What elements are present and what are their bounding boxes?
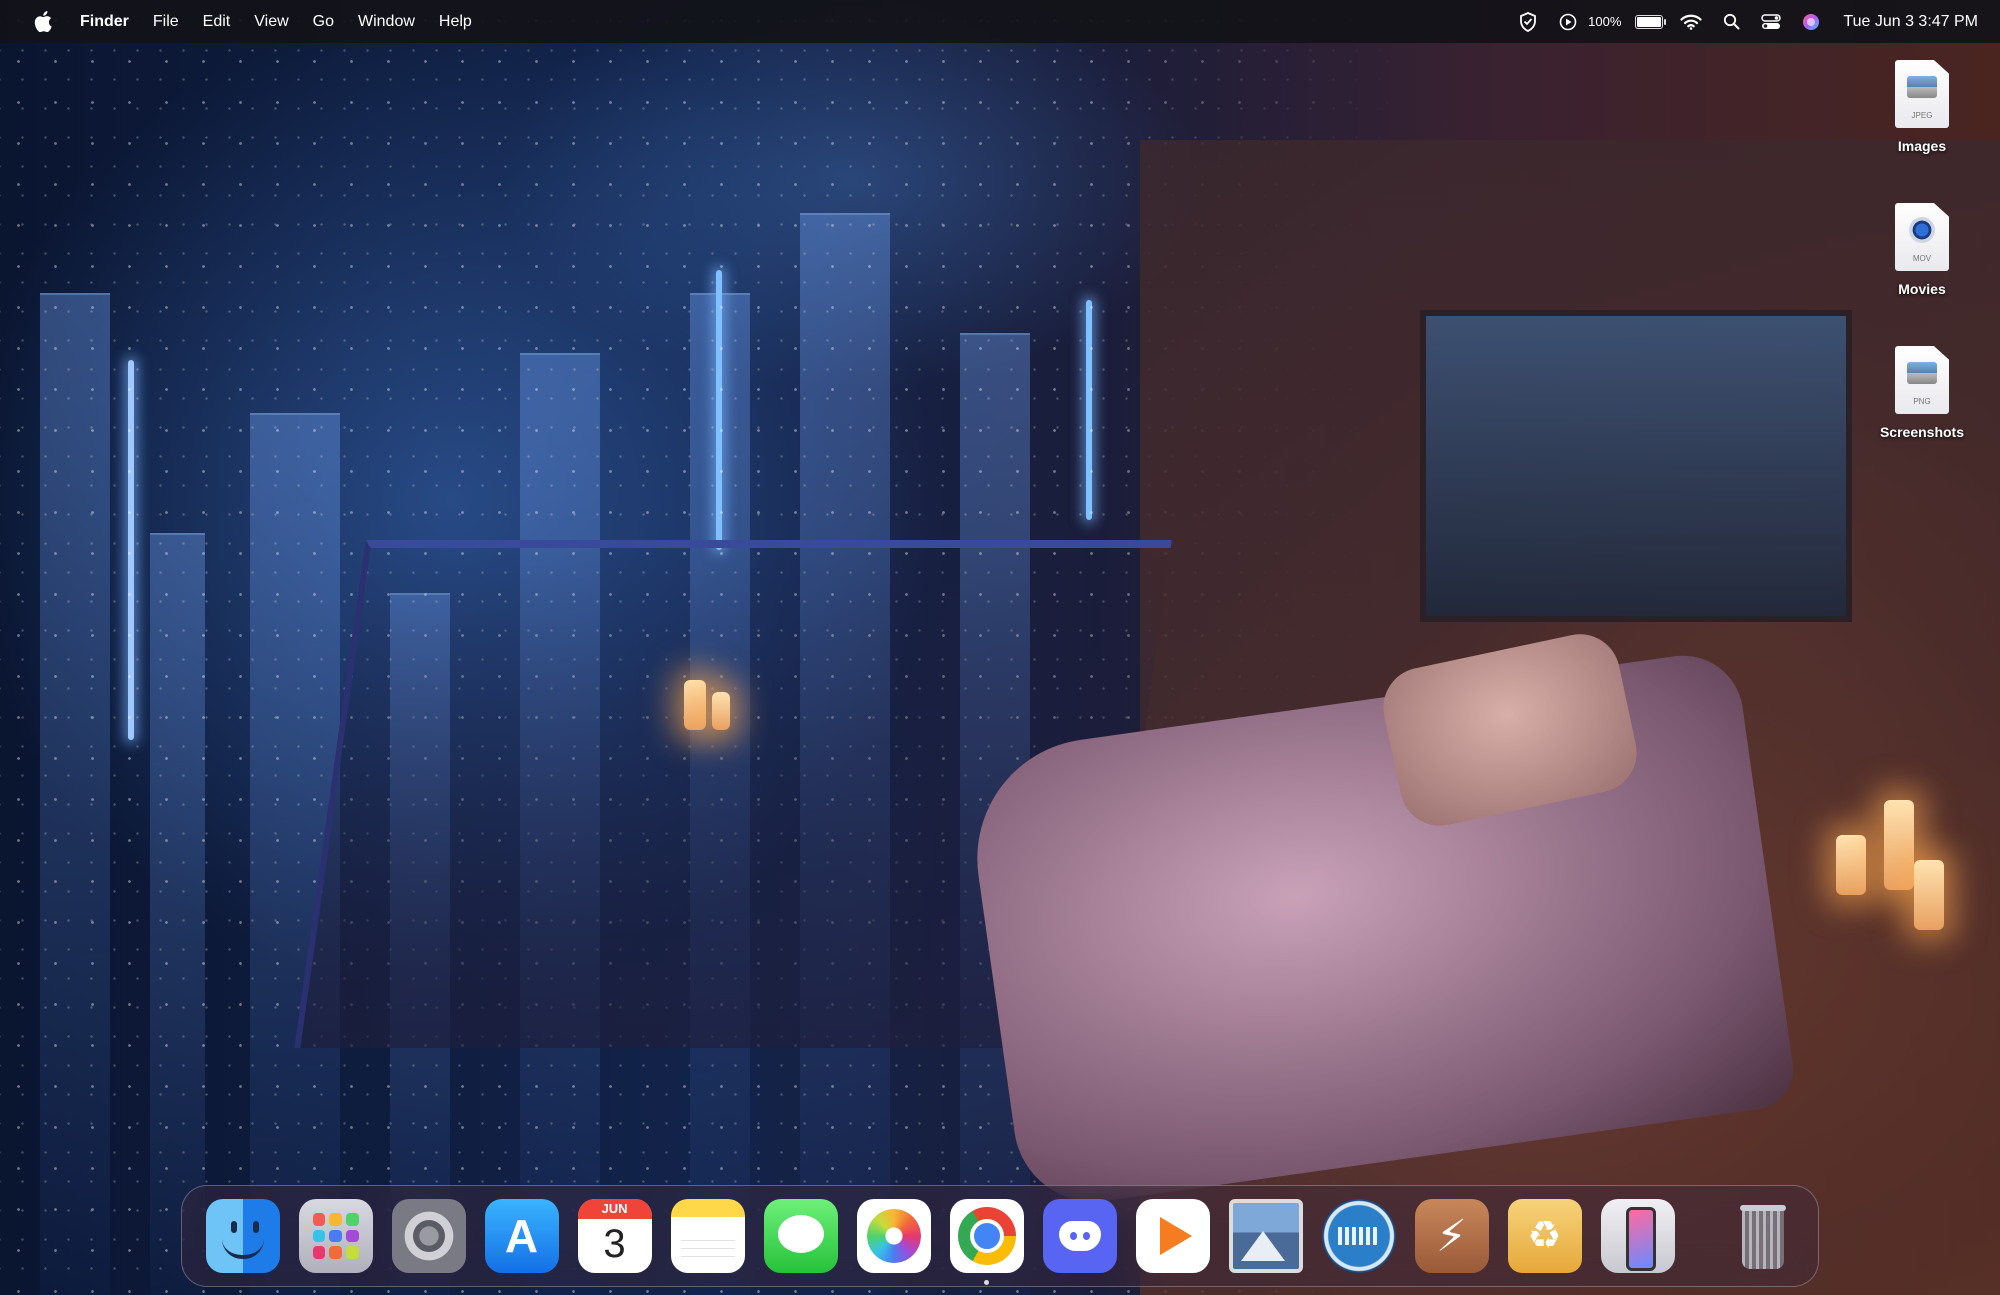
calendar-month: JUN (577, 1199, 652, 1219)
menu-bar: Finder File Edit View Go Window Help 100… (0, 0, 2000, 43)
play-circle-icon[interactable] (1548, 0, 1588, 43)
dock-chrome-icon[interactable] (949, 1199, 1024, 1285)
dock-app-store-icon[interactable]: A (484, 1199, 559, 1273)
mov-file-icon: MOV (1895, 203, 1949, 271)
dock-iphone-mirroring-icon[interactable] (1600, 1199, 1675, 1273)
wifi-icon[interactable] (1671, 0, 1711, 43)
file-extension: PNG (1913, 397, 1931, 406)
dock-notes-icon[interactable] (670, 1199, 745, 1273)
menu-window[interactable]: Window (346, 0, 427, 43)
wallpaper-candle (684, 680, 706, 730)
dock-messages-icon[interactable] (763, 1199, 838, 1273)
wallpaper-candle (712, 692, 730, 730)
running-indicator (984, 1280, 989, 1285)
dock-finder-icon[interactable] (205, 1199, 280, 1273)
desktop-icon-label: Movies (1898, 281, 1946, 297)
wallpaper-candle (1836, 835, 1866, 895)
menu-view[interactable]: View (242, 0, 300, 43)
menu-help[interactable]: Help (427, 0, 484, 43)
dock-preview-icon[interactable] (1228, 1199, 1303, 1273)
dock-photos-icon[interactable] (856, 1199, 931, 1273)
wallpaper-room-window (1420, 310, 1852, 622)
control-center-icon[interactable] (1751, 0, 1791, 43)
siri-icon[interactable] (1791, 0, 1831, 43)
png-file-icon: PNG (1895, 346, 1949, 414)
shield-icon[interactable] (1508, 0, 1548, 43)
dock-calendar-icon[interactable]: JUN 3 (577, 1199, 652, 1273)
dock-system-settings-icon[interactable] (391, 1199, 466, 1273)
menu-clock[interactable]: Tue Jun 3 3:47 PM (1831, 13, 1978, 31)
dock-keyboard-maestro-icon[interactable] (1321, 1199, 1396, 1273)
dock-reeder-icon[interactable]: ⚡ (1414, 1199, 1489, 1273)
battery-level (1637, 16, 1662, 27)
desktop-icon-images[interactable]: JPEG Images (1866, 60, 1978, 154)
dock-discord-icon[interactable] (1042, 1199, 1117, 1273)
desktop-icon-movies[interactable]: MOV Movies (1866, 203, 1978, 297)
search-icon[interactable] (1711, 0, 1751, 43)
file-extension: MOV (1912, 254, 1932, 263)
battery-icon[interactable] (1627, 0, 1671, 43)
menu-edit[interactable]: Edit (191, 0, 243, 43)
desktop-icon-label: Images (1897, 138, 1947, 154)
dock-infuse-icon[interactable] (1135, 1199, 1210, 1273)
battery-percentage: 100% (1588, 14, 1622, 29)
menu-file[interactable]: File (141, 0, 191, 43)
wallpaper-candle (1914, 860, 1944, 930)
apple-menu-icon[interactable] (22, 0, 68, 43)
calendar-day: 3 (603, 1222, 626, 1266)
wallpaper-candle (1884, 800, 1914, 890)
desktop-wallpaper (0, 0, 2000, 1295)
menu-app-name[interactable]: Finder (68, 0, 141, 43)
jpeg-file-icon: JPEG (1895, 60, 1949, 128)
desktop-icon-label: Screenshots (1879, 424, 1965, 440)
menu-go[interactable]: Go (301, 0, 346, 43)
file-extension: JPEG (1911, 111, 1933, 120)
dock: A JUN 3 ⚡ (181, 1185, 1819, 1287)
desktop-icon-screenshots[interactable]: PNG Screenshots (1866, 346, 1978, 440)
dock-trash-icon[interactable] (1726, 1199, 1800, 1273)
dock-cleaner-icon[interactable] (1507, 1199, 1582, 1273)
dock-launchpad-icon[interactable] (298, 1199, 373, 1273)
